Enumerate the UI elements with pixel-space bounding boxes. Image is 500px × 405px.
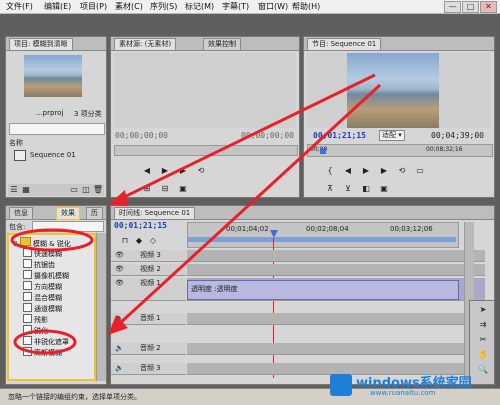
annotation-arrow-2 [116, 83, 382, 327]
annotation-overlay [10, 73, 382, 355]
watermark: windows系统家园 www.ruanaitu.com [330, 372, 495, 400]
annotation-arrow-1 [117, 73, 376, 202]
annotation-circle-sharpen [13, 329, 77, 355]
status-text: 忽略一个链接的编组约束，选择单项分类。 [8, 393, 141, 401]
annotation-circle-folder [10, 228, 94, 252]
watermark-url: www.ruanaitu.com [370, 389, 436, 397]
annotation-arrowhead-1 [108, 190, 128, 206]
windows-logo-icon [330, 374, 352, 396]
